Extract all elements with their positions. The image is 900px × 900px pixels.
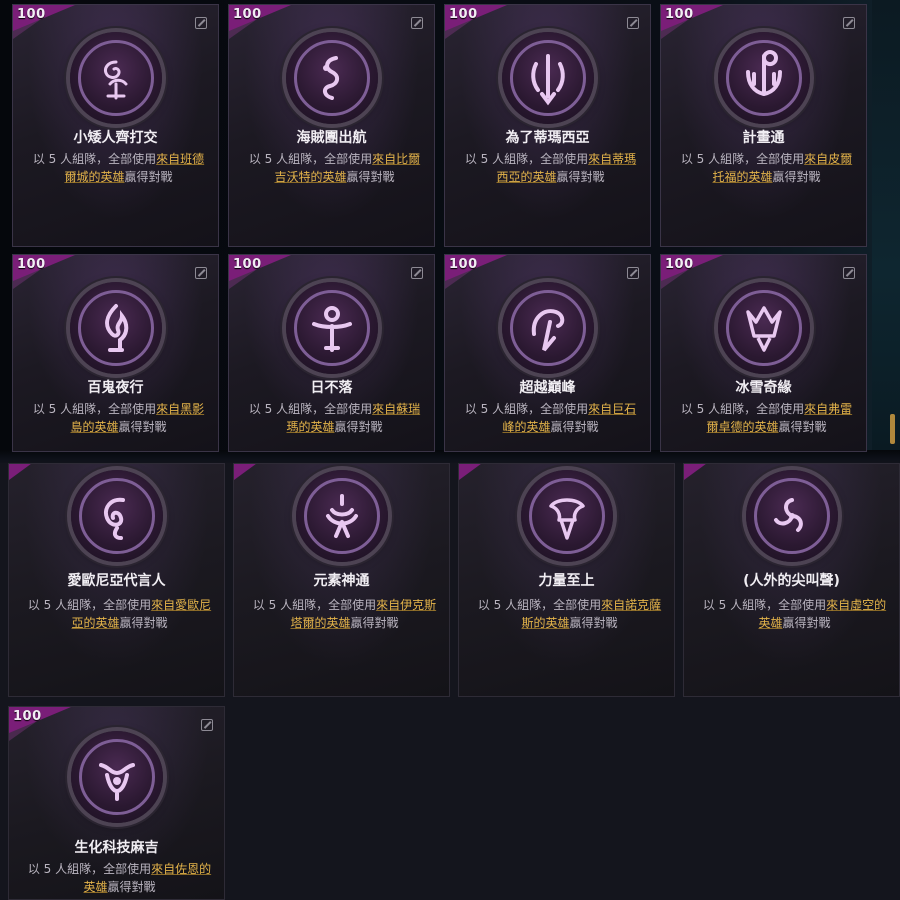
chemtech-crest-icon xyxy=(70,731,163,823)
serpent-icon xyxy=(285,32,378,124)
card-description: 以 5 人組隊，全部使用來自虛空的英雄贏得對戰 xyxy=(702,598,887,630)
rank-corner xyxy=(459,464,489,480)
axe-helm-icon xyxy=(520,470,613,562)
points-badge: 100 xyxy=(449,257,478,272)
card-description: 以 5 人組隊，全部使用來自班德爾城的英雄贏得對戰 xyxy=(32,152,205,184)
points-badge: 100 xyxy=(233,7,262,22)
card-description: 以 5 人組隊，全部使用來自佐恩的英雄贏得對戰 xyxy=(27,862,212,894)
scroll-track[interactable] xyxy=(872,0,900,452)
challenge-card[interactable]: 100 小矮人齊打交 以 5 人組隊，全部使用來自班德爾城的英雄贏得對戰 xyxy=(12,4,219,247)
card-description: 以 5 人組隊，全部使用來自比爾吉沃特的英雄贏得對戰 xyxy=(248,152,421,184)
card-description: 以 5 人組隊，全部使用來自蒂瑪西亞的英雄贏得對戰 xyxy=(464,152,637,184)
flame-icon xyxy=(69,282,162,374)
challenge-card[interactable]: 100 海賊團出航 以 5 人組隊，全部使用來自比爾吉沃特的英雄贏得對戰 xyxy=(228,4,435,247)
challenge-card[interactable]: 100 生化科技麻吉 以 5 人組隊，全部使用來自佐恩的英雄贏得對戰 xyxy=(8,706,225,900)
challenge-card[interactable]: 100 日不落 以 5 人組隊，全部使用來自蘇瑞瑪的英雄贏得對戰 xyxy=(228,254,435,452)
points-badge: 100 xyxy=(449,7,478,22)
edit-icon[interactable] xyxy=(843,267,855,279)
points-badge: 100 xyxy=(665,257,694,272)
card-title: 冰雪奇緣 xyxy=(735,380,792,396)
challenge-card[interactable]: (人外的尖叫聲) 以 5 人組隊，全部使用來自虛空的英雄贏得對戰 xyxy=(683,463,900,697)
card-title: 為了蒂瑪西亞 xyxy=(505,130,590,146)
card-description: 以 5 人組隊，全部使用來自蘇瑞瑪的英雄贏得對戰 xyxy=(248,402,421,434)
challenge-card[interactable]: 100 冰雪奇緣 以 5 人組隊，全部使用來自弗雷爾卓德的英雄贏得對戰 xyxy=(660,254,867,452)
card-description: 以 5 人組隊，全部使用來自愛歐尼亞的英雄贏得對戰 xyxy=(27,598,212,630)
challenge-card[interactable]: 力量至上 以 5 人組隊，全部使用來自諾克薩斯的英雄贏得對戰 xyxy=(458,463,675,697)
edit-icon[interactable] xyxy=(201,719,213,731)
card-title: 計畫通 xyxy=(742,130,785,146)
card-title: 超越巔峰 xyxy=(519,380,576,396)
edit-icon[interactable] xyxy=(627,17,639,29)
scrollbar-thumb[interactable] xyxy=(890,414,895,444)
challenge-card[interactable]: 愛歐尼亞代言人 以 5 人組隊，全部使用來自愛歐尼亞的英雄贏得對戰 xyxy=(8,463,225,697)
points-badge: 100 xyxy=(233,257,262,272)
spiral-leaf-icon xyxy=(70,470,163,562)
wings-sword-icon xyxy=(501,32,594,124)
card-title: 生化科技麻吉 xyxy=(74,840,159,856)
challenge-card[interactable]: 100 百鬼夜行 以 5 人組隊，全部使用來自黑影島的英雄贏得對戰 xyxy=(12,254,219,452)
rank-corner xyxy=(234,464,264,480)
gear-icon xyxy=(717,32,810,124)
ice-crown-icon xyxy=(717,282,810,374)
card-description: 以 5 人組隊，全部使用來自伊克斯塔爾的英雄贏得對戰 xyxy=(252,598,437,630)
points-badge: 100 xyxy=(665,7,694,22)
challenge-card[interactable]: 元素神通 以 5 人組隊，全部使用來自伊克斯塔爾的英雄贏得對戰 xyxy=(233,463,450,697)
card-description: 以 5 人組隊，全部使用來自巨石峰的英雄贏得對戰 xyxy=(464,402,637,434)
card-title: 元素神通 xyxy=(313,573,370,589)
card-title: (人外的尖叫聲) xyxy=(743,573,840,589)
rank-corner xyxy=(9,464,39,480)
rank-corner xyxy=(684,464,714,480)
sun-disc-icon xyxy=(285,282,378,374)
card-title: 日不落 xyxy=(310,380,353,396)
edit-icon[interactable] xyxy=(843,17,855,29)
points-badge: 100 xyxy=(17,7,46,22)
edit-icon[interactable] xyxy=(411,17,423,29)
swirl-rose-icon xyxy=(69,32,162,124)
crescent-peak-icon xyxy=(501,282,594,374)
panel-divider xyxy=(0,450,900,464)
card-description: 以 5 人組隊，全部使用來自皮爾托福的英雄贏得對戰 xyxy=(680,152,853,184)
card-title: 小矮人齊打交 xyxy=(73,130,158,146)
card-title: 海賊團出航 xyxy=(296,130,367,146)
challenge-card[interactable]: 100 計畫通 以 5 人組隊，全部使用來自皮爾托福的英雄贏得對戰 xyxy=(660,4,867,247)
edit-icon[interactable] xyxy=(195,267,207,279)
card-title: 百鬼夜行 xyxy=(87,380,144,396)
blossom-icon xyxy=(295,470,388,562)
card-description: 以 5 人組隊，全部使用來自弗雷爾卓德的英雄贏得對戰 xyxy=(680,402,853,434)
card-title: 力量至上 xyxy=(538,573,595,589)
card-title: 愛歐尼亞代言人 xyxy=(67,573,166,589)
card-description: 以 5 人組隊，全部使用來自黑影島的英雄贏得對戰 xyxy=(32,402,205,434)
points-badge: 100 xyxy=(13,709,42,724)
edit-icon[interactable] xyxy=(195,17,207,29)
challenge-card[interactable]: 100 超越巔峰 以 5 人組隊，全部使用來自巨石峰的英雄贏得對戰 xyxy=(444,254,651,452)
edit-icon[interactable] xyxy=(411,267,423,279)
challenge-card[interactable]: 100 為了蒂瑪西亞 以 5 人組隊，全部使用來自蒂瑪西亞的英雄贏得對戰 xyxy=(444,4,651,247)
edit-icon[interactable] xyxy=(627,267,639,279)
points-badge: 100 xyxy=(17,257,46,272)
void-triskelion-icon xyxy=(745,470,838,562)
card-description: 以 5 人組隊，全部使用來自諾克薩斯的英雄贏得對戰 xyxy=(477,598,662,630)
